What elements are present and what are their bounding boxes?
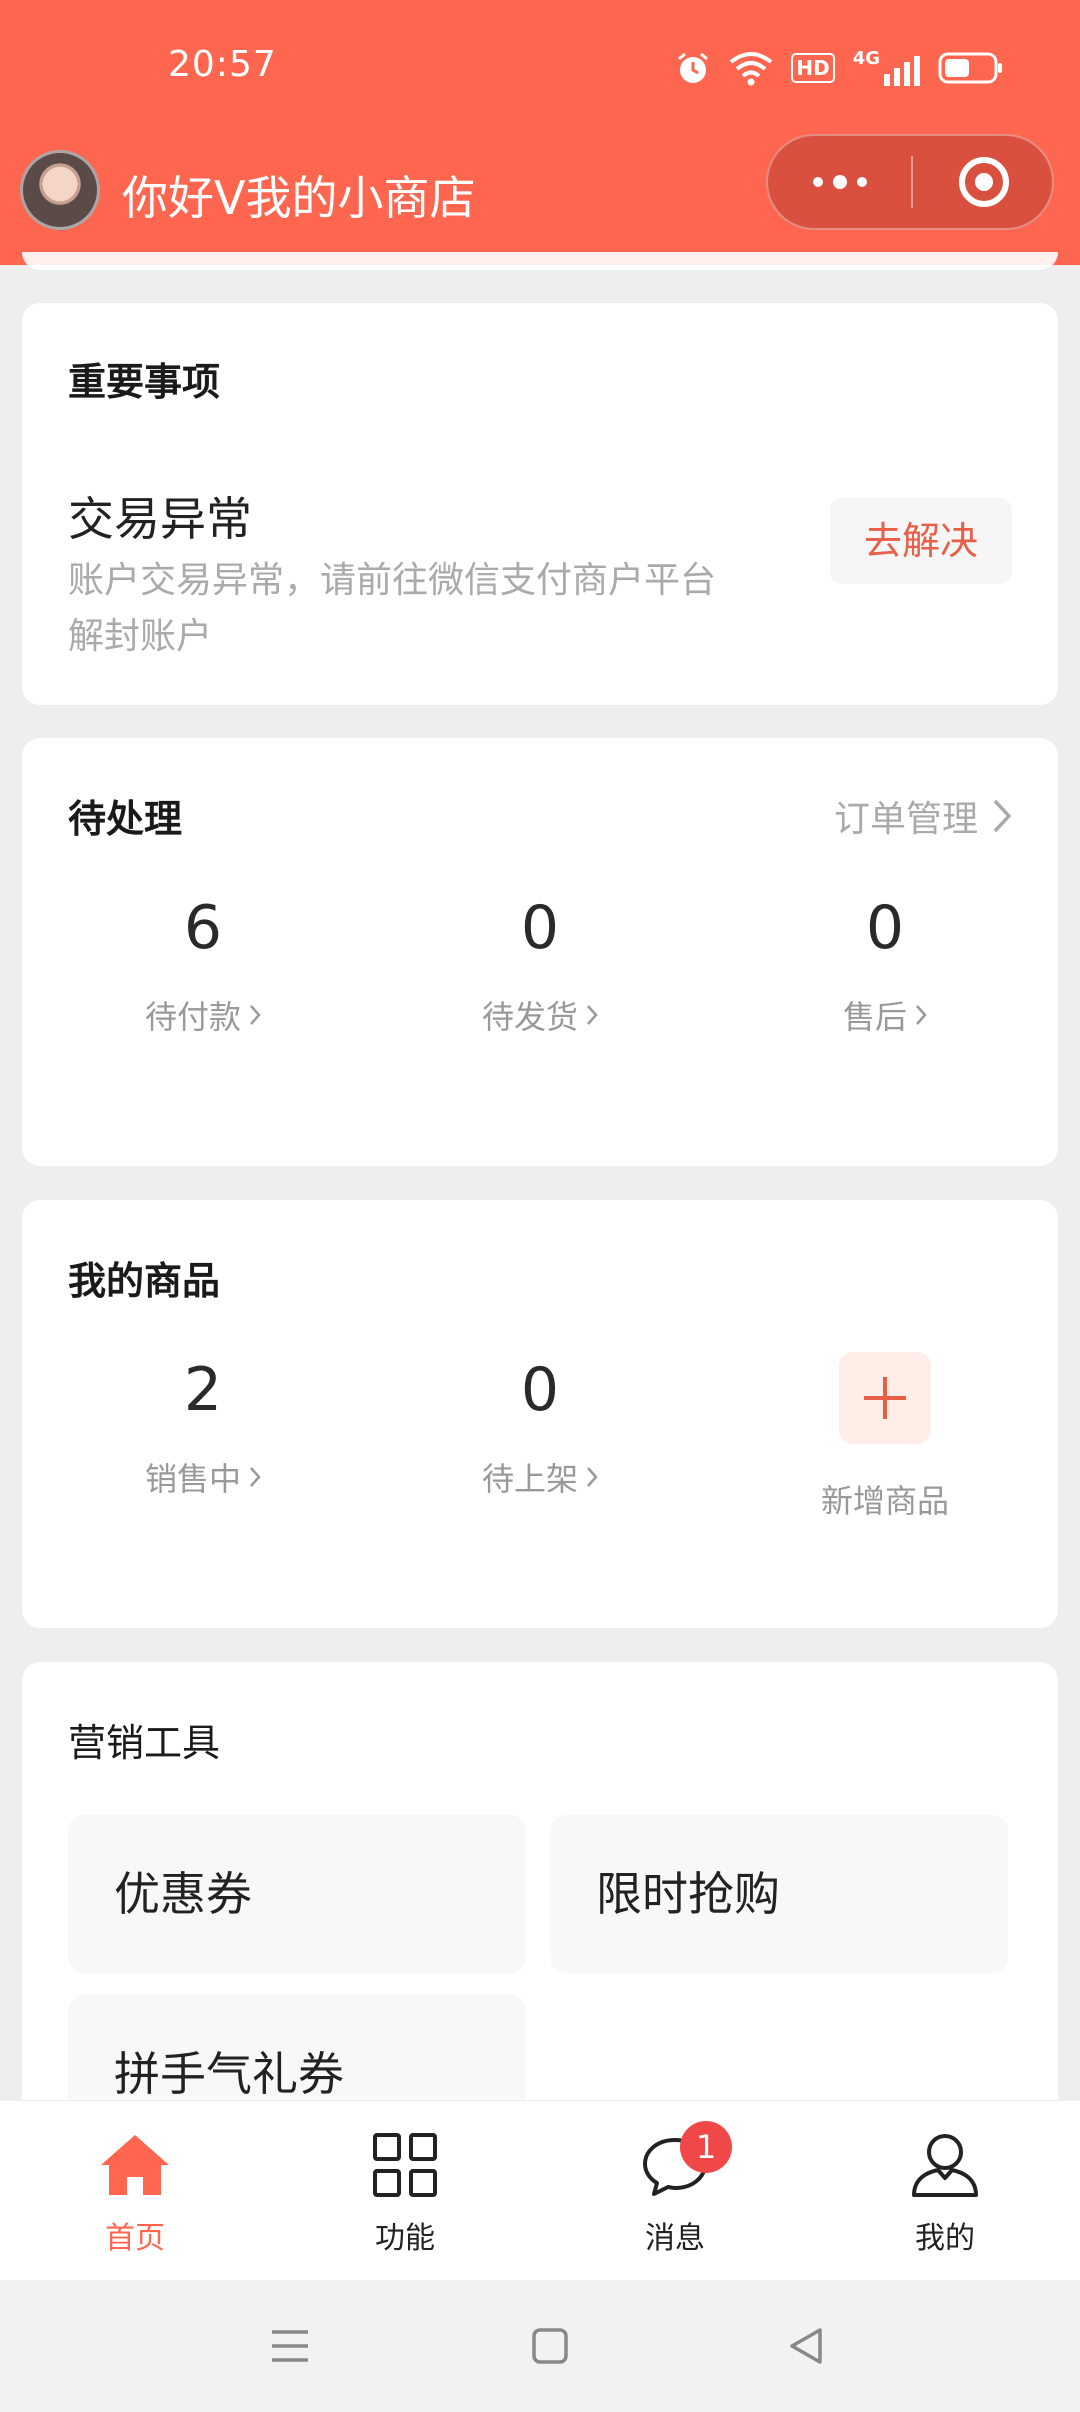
mini-program-capsule [766,134,1054,230]
app-header: 20:57 HD 4G 你好V我的小商店 [0,0,1080,265]
battery-icon [938,52,1002,84]
alarm-icon [678,52,709,83]
tab-label: 消息 [645,2221,705,2256]
issue-description: 账户交易异常，请前往微信支付商户平台解封账户 [68,560,717,657]
back-triangle-icon[interactable] [776,2316,836,2376]
tab-messages[interactable]: 1 消息 [540,2101,810,2281]
tab-functions[interactable]: 功能 [270,2101,540,2281]
order-management-link[interactable]: 订单管理 [834,790,1012,842]
shop-title: 你好V我的小商店 [122,171,476,225]
more-dots-icon[interactable] [768,136,911,228]
status-time: 20:57 [168,44,277,85]
system-navigation-bar [0,2280,1080,2412]
stat-label: 待上架 [481,1460,578,1498]
tab-label: 功能 [375,2221,435,2256]
hd-icon: HD [791,53,835,83]
stat-value: 0 [865,893,905,963]
stat-value: 0 [520,893,560,963]
stat-on-sale[interactable]: 2 销售中 [53,1350,353,1500]
home-icon [99,2129,171,2201]
marketing-card: 营销工具 优惠券 限时抢购 拼手气礼券 [22,1662,1058,2153]
status-icons: HD 4G [675,48,1004,88]
pending-card: 待处理 订单管理 6 待付款 0 待发货 0 售后 [22,738,1058,1166]
stat-value: 6 [183,893,223,963]
chevron-right-icon [587,1467,598,1487]
important-card: 重要事项 交易异常 账户交易异常，请前往微信支付商户平台解封账户 去解决 [22,303,1058,705]
title-bar: 你好V我的小商店 [0,134,1080,234]
chevron-right-icon [250,1005,261,1025]
stat-value: 0 [520,1355,560,1425]
bottom-tab-bar: 首页 功能 1 消息 我的 [0,2100,1080,2280]
stat-after-sales[interactable]: 0 售后 [735,888,1035,1038]
wifi-icon [730,52,773,86]
tab-label: 首页 [105,2221,165,2256]
message-badge: 1 [680,2121,732,2173]
order-management-label: 订单管理 [833,799,978,840]
stat-label: 待发货 [481,998,578,1036]
marketing-title: 营销工具 [68,1721,221,1765]
target-close-icon[interactable] [913,136,1054,228]
chevron-right-icon [587,1005,598,1025]
tool-flash-sale[interactable]: 限时抢购 [550,1815,1008,1973]
user-icon [910,2129,980,2201]
stat-pending-listing[interactable]: 0 待上架 [390,1350,690,1500]
tab-mine[interactable]: 我的 [810,2101,1080,2281]
stat-label: 销售中 [144,1460,241,1498]
pending-title: 待处理 [68,797,183,841]
products-card: 我的商品 2 销售中 0 待上架 新增商品 [22,1200,1058,1628]
menu-icon[interactable] [260,2316,320,2376]
products-title: 我的商品 [68,1259,221,1303]
grid-icon [372,2129,438,2201]
home-square-icon[interactable] [520,2316,580,2376]
stat-label: 待付款 [144,998,241,1036]
stat-pending-shipment[interactable]: 0 待发货 [390,888,690,1038]
add-product-label: 新增商品 [820,1482,949,1520]
important-title: 重要事项 [68,360,221,404]
plus-icon [839,1352,931,1444]
stat-value: 2 [183,1355,223,1425]
issue-title: 交易异常 [68,492,252,546]
4g-signal-icon: 4G [853,50,920,86]
chevron-right-icon [916,1005,927,1025]
chevron-right-icon [993,799,1012,833]
resolve-button[interactable]: 去解决 [830,498,1012,584]
stat-pending-payment[interactable]: 6 待付款 [53,888,353,1038]
avatar[interactable] [20,150,100,230]
chevron-right-icon [250,1467,261,1487]
tool-coupon[interactable]: 优惠券 [68,1815,526,1973]
add-product-button[interactable]: 新增商品 [735,1352,1035,1522]
tab-label: 我的 [915,2221,975,2256]
stat-label: 售后 [842,998,907,1036]
tab-home[interactable]: 首页 [0,2101,270,2281]
header-card-edge [22,252,1058,270]
chat-icon: 1 [642,2121,732,2201]
